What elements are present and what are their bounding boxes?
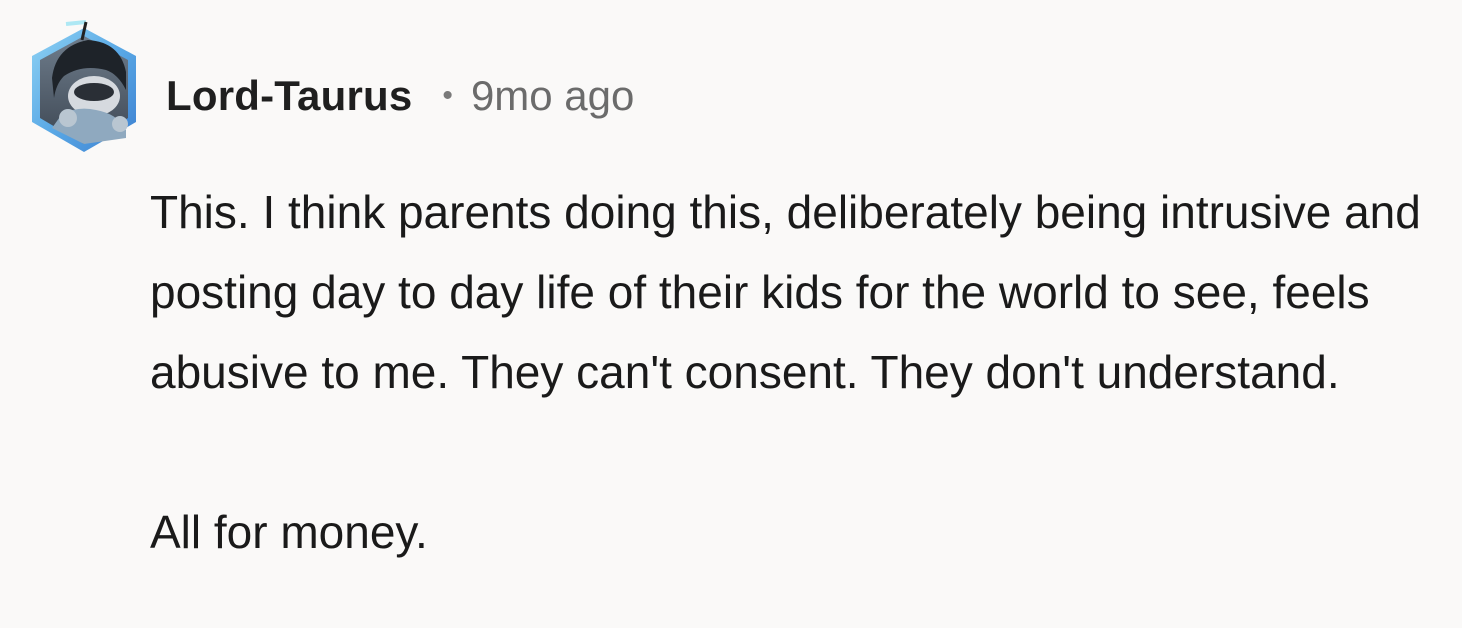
timestamp[interactable]: 9mo ago <box>471 72 634 120</box>
avatar-image <box>32 20 136 152</box>
comment-paragraph: All for money. <box>150 506 428 558</box>
comment-paragraph: This. I think parents doing this, delibe… <box>150 186 1421 398</box>
comment-header: Lord-Taurus • 9mo ago <box>166 70 634 122</box>
user-avatar[interactable] <box>22 18 144 158</box>
separator-dot: • <box>442 79 453 112</box>
comment-body: This. I think parents doing this, delibe… <box>150 172 1440 572</box>
username-link[interactable]: Lord-Taurus <box>166 72 412 120</box>
comment: Lord-Taurus • 9mo ago This. I think pare… <box>0 0 1462 628</box>
